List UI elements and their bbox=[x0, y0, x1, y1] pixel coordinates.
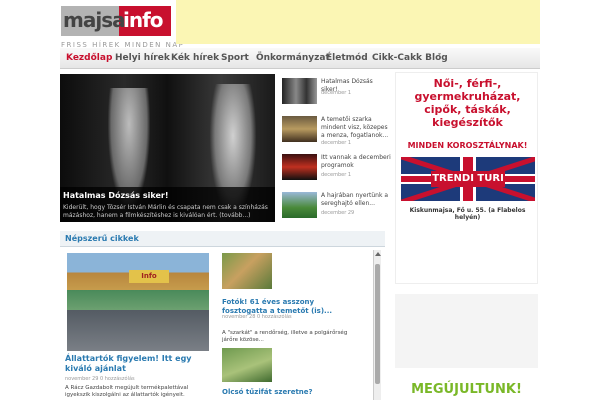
sidebar-ad-placeholder[interactable] bbox=[395, 294, 538, 368]
shop-sign-text: Info bbox=[129, 270, 169, 283]
popular-item-title[interactable]: Olcsó tűzifát szeretne? bbox=[222, 388, 362, 397]
popular-item[interactable]: Fotók! 61 éves asszony fosztogatta a tem… bbox=[220, 252, 372, 343]
main-nav: Kezdőlap Helyi hírek Kék hírek Sport Önk… bbox=[60, 48, 540, 69]
ad-line: kiegészítők bbox=[432, 116, 503, 129]
slider-thumb[interactable]: Itt vannak a decemberi programok decembe… bbox=[280, 152, 391, 185]
top-banner-ad[interactable] bbox=[176, 0, 540, 44]
thumb-image bbox=[282, 78, 317, 104]
popular-scrollbar[interactable] bbox=[373, 250, 381, 400]
featured-title[interactable]: Hatalmas Dózsás siker! bbox=[63, 191, 168, 200]
nav-item-municipality[interactable]: Önkormányzat bbox=[256, 53, 330, 63]
ad-address: Kiskunmajsa, Fő u. 55. (a Flabelos helyé… bbox=[409, 207, 526, 221]
popular-item-title[interactable]: Állattartók figyelem! Itt egy kiváló ajá… bbox=[65, 354, 209, 374]
slider-thumb[interactable]: A hajrában nyertünk a sereghajtó ellen..… bbox=[280, 190, 390, 223]
popular-item-image[interactable] bbox=[222, 253, 272, 289]
ad-brand-name: TRENDI TURI bbox=[431, 171, 505, 187]
chevron-down-icon: ▾ bbox=[438, 51, 442, 58]
popular-item[interactable]: Info Állattartók figyelem! Itt egy kivál… bbox=[63, 252, 211, 400]
featured-slider[interactable]: Hatalmas Dózsás siker! Kiderült, hogy Tó… bbox=[60, 74, 275, 222]
ad-line: cipők, táskák, bbox=[424, 103, 511, 116]
nav-item-sport[interactable]: Sport bbox=[221, 53, 249, 63]
popular-item-image[interactable] bbox=[222, 348, 272, 382]
popular-item-excerpt: A "szarkát" a rendőrség, illetve a polgá… bbox=[222, 330, 348, 343]
ad-line: Női-, férfi-, bbox=[433, 77, 502, 90]
thumb-title: A temetői szarka mindent visz, közepes a… bbox=[321, 116, 389, 139]
popular-heading: Népszerű cikkek bbox=[65, 234, 139, 243]
slider-thumb[interactable]: A temetői szarka mindent visz, közepes a… bbox=[280, 114, 390, 147]
nav-item-lifestyle[interactable]: Életmód bbox=[326, 53, 368, 63]
popular-item[interactable]: Olcsó tűzifát szeretne? bbox=[220, 348, 372, 400]
popular-item-meta: november 28 0 hozzászólás bbox=[222, 314, 292, 320]
slider-thumbnails: Hatalmas Dózsás siker! december 1 A teme… bbox=[280, 74, 391, 223]
sidebar-ad-renewed[interactable]: MEGÚJULTUNK! bbox=[395, 376, 538, 400]
logo-word-majsa: majsa bbox=[63, 8, 126, 32]
popular-section-header: Népszerű cikkek bbox=[60, 231, 385, 247]
ad-line: gyermekruházat, bbox=[414, 90, 521, 103]
slider-thumb[interactable]: Hatalmas Dózsás siker! december 1 bbox=[280, 76, 390, 109]
union-jack-flag: TRENDI TURI bbox=[401, 157, 535, 201]
nav-item-blue-news[interactable]: Kék hírek bbox=[171, 53, 219, 63]
nav-item-local-news[interactable]: Helyi hírek bbox=[115, 53, 170, 63]
sidebar-ad-trendi-turi[interactable]: Női-, férfi-, gyermekruházat, cipők, tás… bbox=[395, 72, 538, 284]
featured-caption: Hatalmas Dózsás siker! Kiderült, hogy Tó… bbox=[60, 187, 275, 222]
popular-item-image[interactable] bbox=[67, 253, 209, 351]
thumb-title: Itt vannak a decemberi programok bbox=[321, 154, 391, 169]
thumb-date: december 29 bbox=[321, 210, 355, 216]
site-logo[interactable]: majsa info FRISS HÍREK MINDEN NAP bbox=[61, 6, 183, 50]
thumb-image bbox=[282, 154, 317, 180]
scrollbar-thumb[interactable] bbox=[375, 264, 380, 384]
nav-item-blog[interactable]: Cikk-Cakk Blog bbox=[372, 53, 448, 63]
thumb-title: A hajrában nyertünk a sereghajtó ellen..… bbox=[321, 192, 389, 207]
thumb-date: december 1 bbox=[321, 172, 352, 178]
ad-line: MINDEN KOROSZTÁLYNAK! bbox=[407, 141, 528, 150]
featured-excerpt: Kiderült, hogy Tózsér István Márlin és c… bbox=[63, 204, 268, 219]
thumb-image bbox=[282, 116, 317, 142]
logo-word-info: info bbox=[123, 8, 164, 32]
thumb-image bbox=[282, 192, 317, 218]
popular-item-excerpt: A Rácz Gazdabolt megújult termékpalettáv… bbox=[65, 385, 189, 398]
popular-item-meta: november 29 0 hozzászólás bbox=[65, 376, 135, 382]
scroll-up-arrow-icon[interactable] bbox=[375, 252, 381, 256]
thumb-date: december 1 bbox=[321, 140, 352, 146]
thumb-date: december 1 bbox=[321, 90, 352, 96]
ad-renewed-text: MEGÚJULTUNK! bbox=[411, 382, 522, 397]
nav-item-home[interactable]: Kezdőlap bbox=[66, 53, 112, 63]
